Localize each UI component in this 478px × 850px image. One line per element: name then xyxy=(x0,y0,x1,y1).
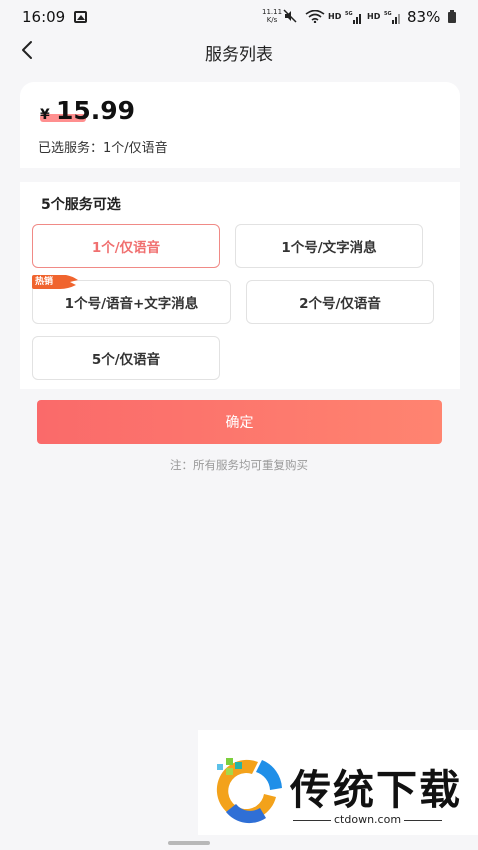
watermark-logo-icon xyxy=(216,758,282,824)
footnote: 注：所有服务均可重复购买 xyxy=(170,458,308,472)
hd-indicator-1: HD xyxy=(328,12,342,21)
selected-service-label: 已选服务： xyxy=(38,141,104,156)
currency-symbol: ¥ xyxy=(40,107,50,123)
services-heading: 5个服务可选 xyxy=(41,197,121,213)
status-bar: 16:09 11.11 K/s HD 5G HD 5G 83% xyxy=(0,0,478,34)
selected-service: 已选服务：1个/仅语音 xyxy=(38,137,168,156)
page-title: 服务列表 xyxy=(205,45,273,65)
network-speed-value: 11.11 xyxy=(262,8,283,16)
watermark: 传统下载 ctdown.com xyxy=(198,730,478,835)
service-option-2-voice[interactable]: 2个号/仅语音 xyxy=(246,280,434,324)
signal-5g-icon-1: 5G xyxy=(345,11,361,24)
gallery-notification-icon xyxy=(74,11,87,23)
price-card: ¥ 15.99 已选服务：1个/仅语音 xyxy=(20,82,460,168)
mute-icon xyxy=(283,9,297,23)
svg-text:5G: 5G xyxy=(345,11,353,17)
watermark-url: ctdown.com xyxy=(290,813,445,826)
confirm-button[interactable]: 确定 xyxy=(37,400,442,444)
battery-percent: 83% xyxy=(407,8,441,26)
signal-5g-icon-2: 5G xyxy=(384,11,400,24)
services-card: 5个服务可选 1个/仅语音 1个号/文字消息 1个号/语音+文字消息 热销 2个… xyxy=(20,182,460,389)
svg-text:5G: 5G xyxy=(384,11,392,17)
service-option-1-text[interactable]: 1个号/文字消息 xyxy=(235,224,423,268)
home-indicator[interactable] xyxy=(168,841,210,845)
price-amount: 15.99 xyxy=(56,96,136,125)
wifi-icon xyxy=(305,10,325,23)
hot-sale-text: 热销 xyxy=(35,277,54,287)
hot-sale-badge: 热销 xyxy=(32,275,80,289)
hd-indicator-2: HD xyxy=(367,12,381,21)
battery-icon xyxy=(448,10,456,23)
service-option-5-voice[interactable]: 5个/仅语音 xyxy=(32,336,220,380)
selected-service-value: 1个/仅语音 xyxy=(103,141,168,156)
watermark-title: 传统下载 xyxy=(290,766,462,814)
back-arrow-icon[interactable] xyxy=(14,36,42,64)
network-speed: 11.11 K/s xyxy=(262,8,282,24)
status-time: 16:09 xyxy=(22,8,66,26)
service-option-1-voice[interactable]: 1个/仅语音 xyxy=(32,224,220,268)
nav-bar: 服务列表 xyxy=(0,34,478,68)
network-speed-unit: K/s xyxy=(266,16,278,24)
